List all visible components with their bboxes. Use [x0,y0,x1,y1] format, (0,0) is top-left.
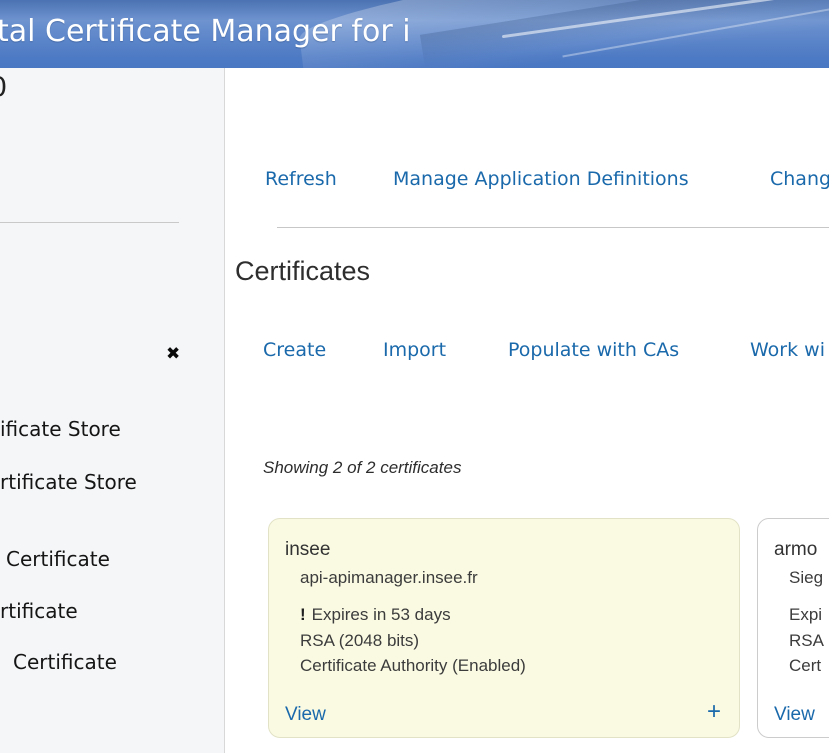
populate-with-cas-link[interactable]: Populate with CAs [508,339,679,362]
import-link[interactable]: Import [383,339,446,362]
warning-icon: ! [300,605,306,624]
create-link[interactable]: Create [263,339,326,362]
certificate-card-armo: armo Sieg Expi RSA Cert View [757,518,829,738]
app-title: tal Certificate Manager for i [0,14,411,49]
certificate-common-name: Sieg [789,568,823,588]
certificate-key-info: RSA [789,631,824,651]
certificate-card-insee: insee api-apimanager.insee.fr ! Expires i… [268,518,740,738]
sidebar-item-certificate-2[interactable]: rtificate [0,599,78,623]
certificate-name: armo [774,539,817,561]
app-window: tal Certificate Manager for i 0 ✖ ificat… [0,0,829,753]
certificate-name: insee [285,539,330,561]
sidebar: 0 ✖ ificate Store rtificate Store Certif… [0,68,225,753]
view-link[interactable]: View [285,704,326,726]
sidebar-item-certificate-store[interactable]: ificate Store [0,417,121,441]
certificate-type-info: Certificate Authority (Enabled) [300,656,526,676]
change-link[interactable]: Chang [770,168,829,191]
refresh-link[interactable]: Refresh [265,168,337,191]
certificate-expiry: ! Expires in 53 days [300,605,451,625]
sidebar-item-certificate-store-2[interactable]: rtificate Store [0,470,137,494]
toolbar-divider [277,227,829,228]
certificate-common-name: api-apimanager.insee.fr [300,568,478,588]
certificate-expiry: Expi [789,605,822,625]
app-banner: tal Certificate Manager for i [0,0,829,68]
expiry-text: Expires in 53 days [312,605,451,624]
add-icon[interactable]: + [707,700,721,724]
sidebar-divider [0,222,179,223]
page-title: Certificates [235,256,370,287]
sidebar-heading-fragment: 0 [0,72,7,103]
sidebar-item-certificate[interactable]: Certificate [6,547,110,571]
manage-application-definitions-link[interactable]: Manage Application Definitions [393,168,689,191]
work-with-link[interactable]: Work wi [750,339,825,362]
view-link[interactable]: View [774,704,815,726]
main-content: Refresh Manage Application Definitions C… [225,68,829,753]
sidebar-item-certificate-3[interactable]: Certificate [13,650,117,674]
certificate-count-summary: Showing 2 of 2 certificates [263,458,461,478]
certificate-key-info: RSA (2048 bits) [300,631,419,651]
certificate-type-info: Cert [789,656,821,676]
close-icon[interactable]: ✖ [166,346,180,363]
